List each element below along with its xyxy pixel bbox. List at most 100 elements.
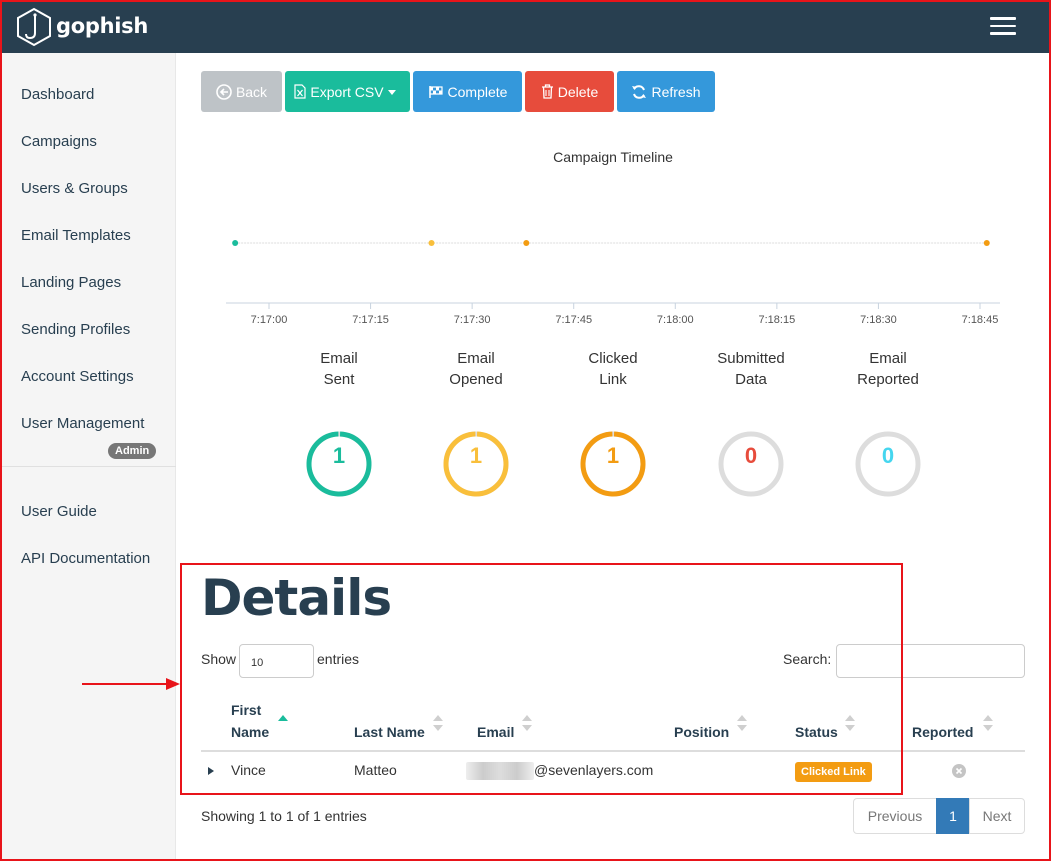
- timeline-event-point[interactable]: [428, 240, 435, 246]
- stat-label: Clicked Link: [553, 348, 673, 390]
- search-input[interactable]: [836, 644, 1025, 678]
- column-first-name[interactable]: First Name: [231, 699, 269, 743]
- stat-label: Email Reported: [828, 348, 948, 390]
- stat-value: 0: [744, 443, 758, 468]
- timeline-tick-label: 7:18:30: [860, 314, 897, 326]
- pagination-page-1[interactable]: 1: [936, 798, 970, 834]
- stat-label-line2: Sent: [323, 371, 355, 388]
- trash-icon: [541, 84, 553, 99]
- stat-value: 1: [606, 443, 620, 468]
- stat-label-line1: Email: [320, 350, 358, 367]
- stat-label: Email Opened: [416, 348, 536, 390]
- stat-label: Submitted Data: [691, 348, 811, 390]
- delete-button[interactable]: Delete: [525, 71, 614, 112]
- sidebar-item-email-templates[interactable]: Email Templates: [21, 227, 131, 244]
- sort-both-icon[interactable]: [737, 715, 747, 731]
- sort-both-icon[interactable]: [845, 715, 855, 731]
- complete-button[interactable]: Complete: [413, 71, 522, 112]
- refresh-label: Refresh: [651, 83, 701, 100]
- timeline-event-point[interactable]: [232, 240, 239, 246]
- checkered-flag-icon: [428, 85, 443, 98]
- status-badge: Clicked Link: [795, 762, 872, 782]
- timeline-tick-label: 7:18:15: [759, 314, 796, 326]
- sort-asc-icon[interactable]: [278, 715, 288, 721]
- sidebar-item-account-settings[interactable]: Account Settings: [21, 368, 134, 385]
- first-name-header-line1: First: [231, 702, 262, 718]
- stat-label-line1: Email: [457, 350, 495, 367]
- sort-both-icon[interactable]: [433, 715, 443, 731]
- top-navbar: gophish: [0, 0, 1051, 53]
- stat-value: 1: [332, 443, 346, 468]
- gophish-logo-icon[interactable]: [16, 7, 52, 47]
- refresh-button[interactable]: Refresh: [617, 71, 715, 112]
- stat-label-line1: Submitted: [717, 350, 785, 367]
- stat-value: 1: [469, 443, 483, 468]
- details-title: Details: [201, 569, 392, 627]
- export-csv-button[interactable]: Export CSV: [285, 71, 410, 112]
- caret-down-icon: [387, 89, 396, 95]
- sidebar: Dashboard Campaigns Users & Groups Email…: [0, 53, 176, 861]
- sort-both-icon[interactable]: [983, 715, 993, 731]
- stat-label-line1: Email: [869, 350, 907, 367]
- sort-both-icon[interactable]: [522, 715, 532, 731]
- stat-label-line1: Clicked: [588, 350, 638, 367]
- refresh-icon: [632, 84, 647, 99]
- redacted-email-user: [466, 762, 534, 780]
- table-header-divider: [201, 750, 1025, 752]
- cell-first-name: Vince: [231, 762, 266, 778]
- sidebar-divider: [0, 466, 176, 467]
- sidebar-item-dashboard[interactable]: Dashboard: [21, 86, 94, 103]
- timeline-tick-label: 7:17:30: [454, 314, 491, 326]
- column-reported[interactable]: Reported: [912, 721, 973, 743]
- first-name-header-line2: Name: [231, 724, 270, 740]
- complete-label: Complete: [447, 83, 508, 100]
- stat-label-line2: Reported: [857, 371, 919, 388]
- sidebar-item-users-groups[interactable]: Users & Groups: [21, 180, 128, 197]
- pagination-next[interactable]: Next: [969, 798, 1025, 834]
- stat-label-line2: Link: [599, 371, 627, 388]
- column-email[interactable]: Email: [477, 721, 514, 743]
- cell-email-domain: @sevenlayers.com: [534, 762, 654, 778]
- sidebar-item-api-documentation[interactable]: API Documentation: [21, 550, 150, 567]
- column-last-name[interactable]: Last Name: [354, 721, 425, 743]
- sidebar-item-user-management[interactable]: User Management: [21, 415, 144, 432]
- show-label: Show: [201, 651, 237, 667]
- timeline-tick-label: 7:17:45: [555, 314, 592, 326]
- sidebar-item-sending-profiles[interactable]: Sending Profiles: [21, 321, 130, 338]
- annotation-arrow-icon: [82, 678, 180, 690]
- stat-label: Email Sent: [279, 348, 399, 390]
- stat-value: 0: [881, 443, 895, 468]
- stat-label-line2: Opened: [449, 371, 503, 388]
- entries-select[interactable]: 10: [239, 644, 314, 678]
- back-arrow-icon: [216, 83, 232, 100]
- timeline-event-point[interactable]: [523, 240, 530, 246]
- search-label: Search:: [783, 651, 832, 667]
- column-position[interactable]: Position: [674, 721, 729, 743]
- sidebar-item-landing-pages[interactable]: Landing Pages: [21, 274, 121, 291]
- not-reported-x-circle-icon: [952, 764, 966, 778]
- sidebar-item-user-guide[interactable]: User Guide: [21, 503, 97, 520]
- entries-label: entries: [317, 651, 360, 667]
- timeline-tick-label: 7:18:45: [962, 314, 999, 326]
- back-label: Back: [235, 83, 268, 100]
- cell-last-name: Matteo: [354, 762, 397, 778]
- admin-badge: Admin: [108, 443, 157, 459]
- timeline-event-point[interactable]: [983, 240, 990, 246]
- timeline-title: Campaign Timeline: [553, 149, 673, 165]
- campaign-timeline-chart: 7:17:00 7:17:15 7:17:30 7:17:45 7:18:00 7:18:…: [226, 240, 1000, 326]
- brand-name[interactable]: gophish: [56, 14, 148, 38]
- pagination-previous[interactable]: Previous: [853, 798, 937, 834]
- timeline-tick-label: 7:18:00: [657, 314, 694, 326]
- back-button[interactable]: Back: [201, 71, 282, 112]
- file-excel-icon: [294, 84, 307, 99]
- column-status[interactable]: Status: [795, 721, 838, 743]
- sidebar-item-campaigns[interactable]: Campaigns: [21, 133, 97, 150]
- export-label: Export CSV: [310, 83, 384, 100]
- timeline-tick-label: 7:17:15: [352, 314, 389, 326]
- timeline-tick-label: 7:17:00: [251, 314, 288, 326]
- delete-label: Delete: [557, 83, 599, 100]
- showing-entries-info: Showing 1 to 1 of 1 entries: [201, 808, 367, 824]
- row-expand-caret-icon[interactable]: [207, 766, 215, 776]
- stat-label-line2: Data: [735, 371, 767, 388]
- hamburger-menu-icon[interactable]: [990, 17, 1016, 37]
